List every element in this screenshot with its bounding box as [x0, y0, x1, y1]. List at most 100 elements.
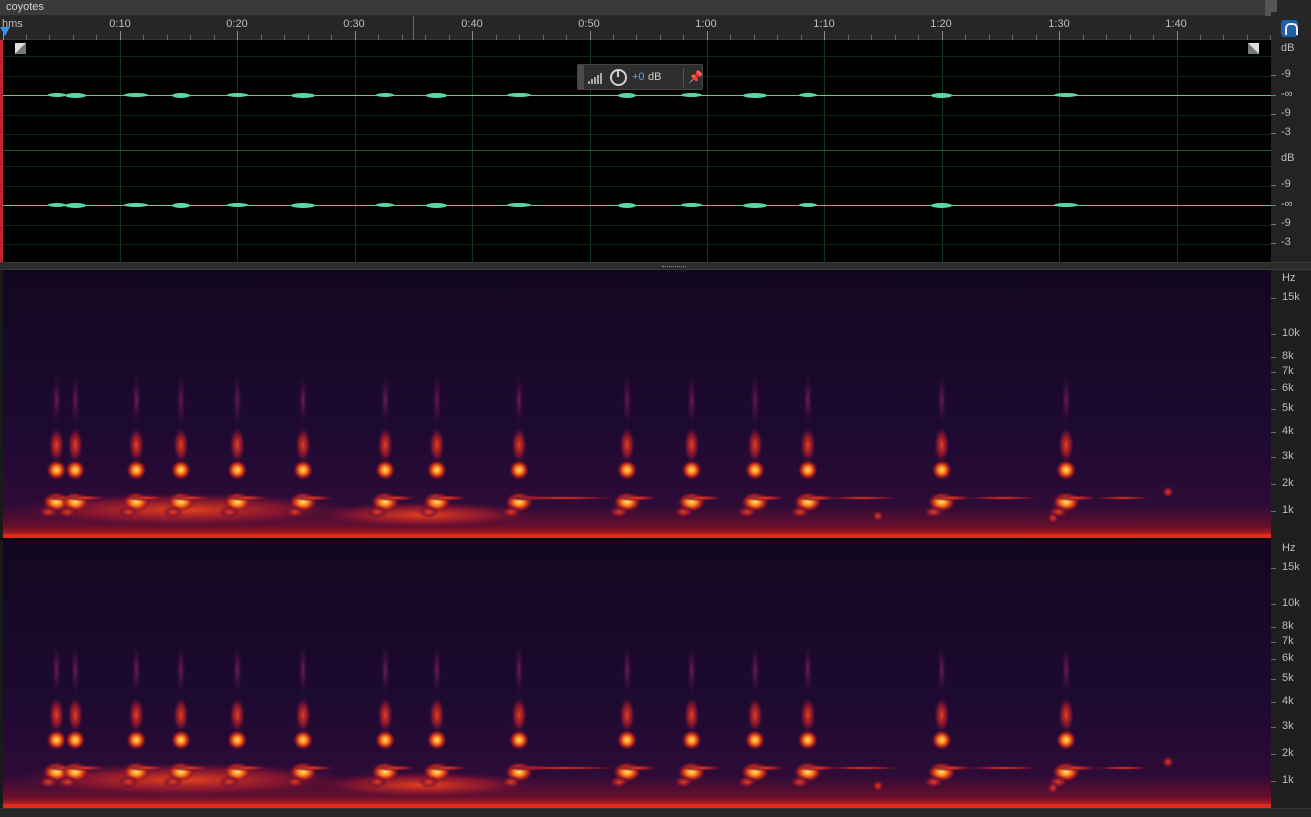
- volume-hud[interactable]: +0 dB 📌: [577, 64, 703, 90]
- call-harmonic: [936, 642, 947, 698]
- hud-separator: [683, 68, 684, 87]
- playhead-marker[interactable]: [0, 27, 10, 36]
- pin-icon[interactable]: 📌: [688, 70, 703, 84]
- waveform-peak: [124, 93, 149, 97]
- db-label: -3: [1281, 236, 1291, 248]
- call-harmonic: [514, 642, 525, 698]
- waveform-peak: [376, 203, 395, 207]
- gain-unit: dB: [648, 71, 662, 83]
- grid-line: [3, 56, 1271, 57]
- call-harmonic: [799, 697, 816, 733]
- splitter-grip[interactable]: [662, 266, 686, 268]
- grid-line: [120, 40, 121, 262]
- call-harmonic: [67, 427, 84, 463]
- call-harmonic: [511, 697, 528, 733]
- call-harmonic: [380, 372, 391, 428]
- waveform-peak: [618, 92, 637, 98]
- gain-value[interactable]: +0: [632, 71, 645, 83]
- bottom-scroll-strip[interactable]: [0, 808, 1311, 817]
- stray-blip: [872, 780, 884, 792]
- call-harmonic: [686, 642, 697, 698]
- signal-bars-icon: [588, 72, 604, 84]
- clip-title-bar: coyotes: [0, 0, 1271, 16]
- current-time-indicator[interactable]: [413, 16, 414, 40]
- waveform-peak: [47, 203, 66, 207]
- call-tail: [124, 765, 169, 771]
- db-label: -3: [1281, 126, 1291, 138]
- call-harmonic: [750, 642, 761, 698]
- call-tail: [38, 506, 59, 518]
- call-tail: [162, 506, 183, 518]
- hz-label: Hz: [1282, 542, 1296, 554]
- spectrogram: [3, 270, 1271, 538]
- ruler-label: 0:50: [578, 18, 600, 30]
- waveform-peak: [171, 202, 190, 208]
- call-harmonic: [1061, 642, 1072, 698]
- hz-tick: [1271, 568, 1276, 569]
- call-harmonic: [232, 642, 243, 698]
- hud-grip[interactable]: [578, 65, 584, 89]
- spectral-display-right-channel[interactable]: [3, 540, 1271, 808]
- call-harmonic: [131, 642, 142, 698]
- call-harmonic: [622, 372, 633, 428]
- call-tail: [38, 776, 59, 788]
- hz-label: 5k: [1282, 672, 1294, 684]
- hz-tick: [1271, 457, 1276, 458]
- call-harmonic: [747, 427, 764, 463]
- scroll-edge-handle[interactable]: [1271, 0, 1277, 12]
- call-tail: [673, 506, 694, 518]
- call-tail: [923, 776, 944, 788]
- hz-label: 2k: [1282, 747, 1294, 759]
- hz-label: 3k: [1282, 720, 1294, 732]
- call-tail: [285, 776, 306, 788]
- hz-tick: [1271, 484, 1276, 485]
- fade-out-handle-icon[interactable]: [1248, 43, 1259, 54]
- call-tail: [124, 495, 169, 501]
- waveform-peak: [291, 202, 316, 208]
- gain-knob-icon[interactable]: [610, 69, 627, 86]
- waveform-peak: [1054, 93, 1079, 97]
- call-harmonic: [67, 697, 84, 733]
- call-harmonic: [46, 460, 67, 480]
- tone-line: [963, 496, 1043, 500]
- call-harmonic: [126, 730, 147, 750]
- call-harmonic: [172, 697, 189, 733]
- waveform-peak: [681, 203, 703, 207]
- call-harmonic: [931, 730, 952, 750]
- waveform-peak: [226, 93, 248, 97]
- view-splitter[interactable]: [0, 262, 1311, 270]
- fade-in-handle-icon[interactable]: [15, 43, 26, 54]
- grid-line: [3, 134, 1271, 135]
- waveform-peak: [743, 202, 768, 208]
- call-tail: [373, 765, 418, 771]
- call-tail: [743, 495, 788, 501]
- ruler-label: 0:20: [226, 18, 248, 30]
- call-harmonic: [170, 730, 191, 750]
- waveform-peak: [931, 92, 953, 98]
- waveform-peak: [798, 93, 817, 97]
- ruler-tick: [1059, 31, 1060, 40]
- hz-tick: [1271, 432, 1276, 433]
- ruler-label: 1:20: [930, 18, 952, 30]
- call-harmonic: [227, 460, 248, 480]
- call-tail: [737, 776, 758, 788]
- db-tick: [1271, 185, 1276, 186]
- hz-tick: [1271, 389, 1276, 390]
- call-harmonic: [131, 372, 142, 428]
- call-harmonic: [747, 697, 764, 733]
- hz-tick: [1271, 702, 1276, 703]
- call-tail: [63, 765, 108, 771]
- time-ruler[interactable]: hms 0:10 0:20 0:30 0:40 0:50 1:00 1:10 1…: [0, 16, 1271, 40]
- ruler-tick: [1177, 31, 1178, 40]
- call-tail: [118, 776, 139, 788]
- waveform-display[interactable]: +0 dB 📌: [3, 40, 1271, 262]
- ruler-tick: [120, 31, 121, 40]
- call-harmonic: [227, 730, 248, 750]
- call-harmonic: [797, 460, 818, 480]
- db-label: -9: [1281, 217, 1291, 229]
- call-harmonic: [511, 427, 528, 463]
- spectral-display-left-channel[interactable]: [3, 270, 1271, 538]
- magnet-icon[interactable]: [1281, 20, 1298, 37]
- grid-line: [1177, 40, 1178, 262]
- tone-line: [503, 766, 623, 770]
